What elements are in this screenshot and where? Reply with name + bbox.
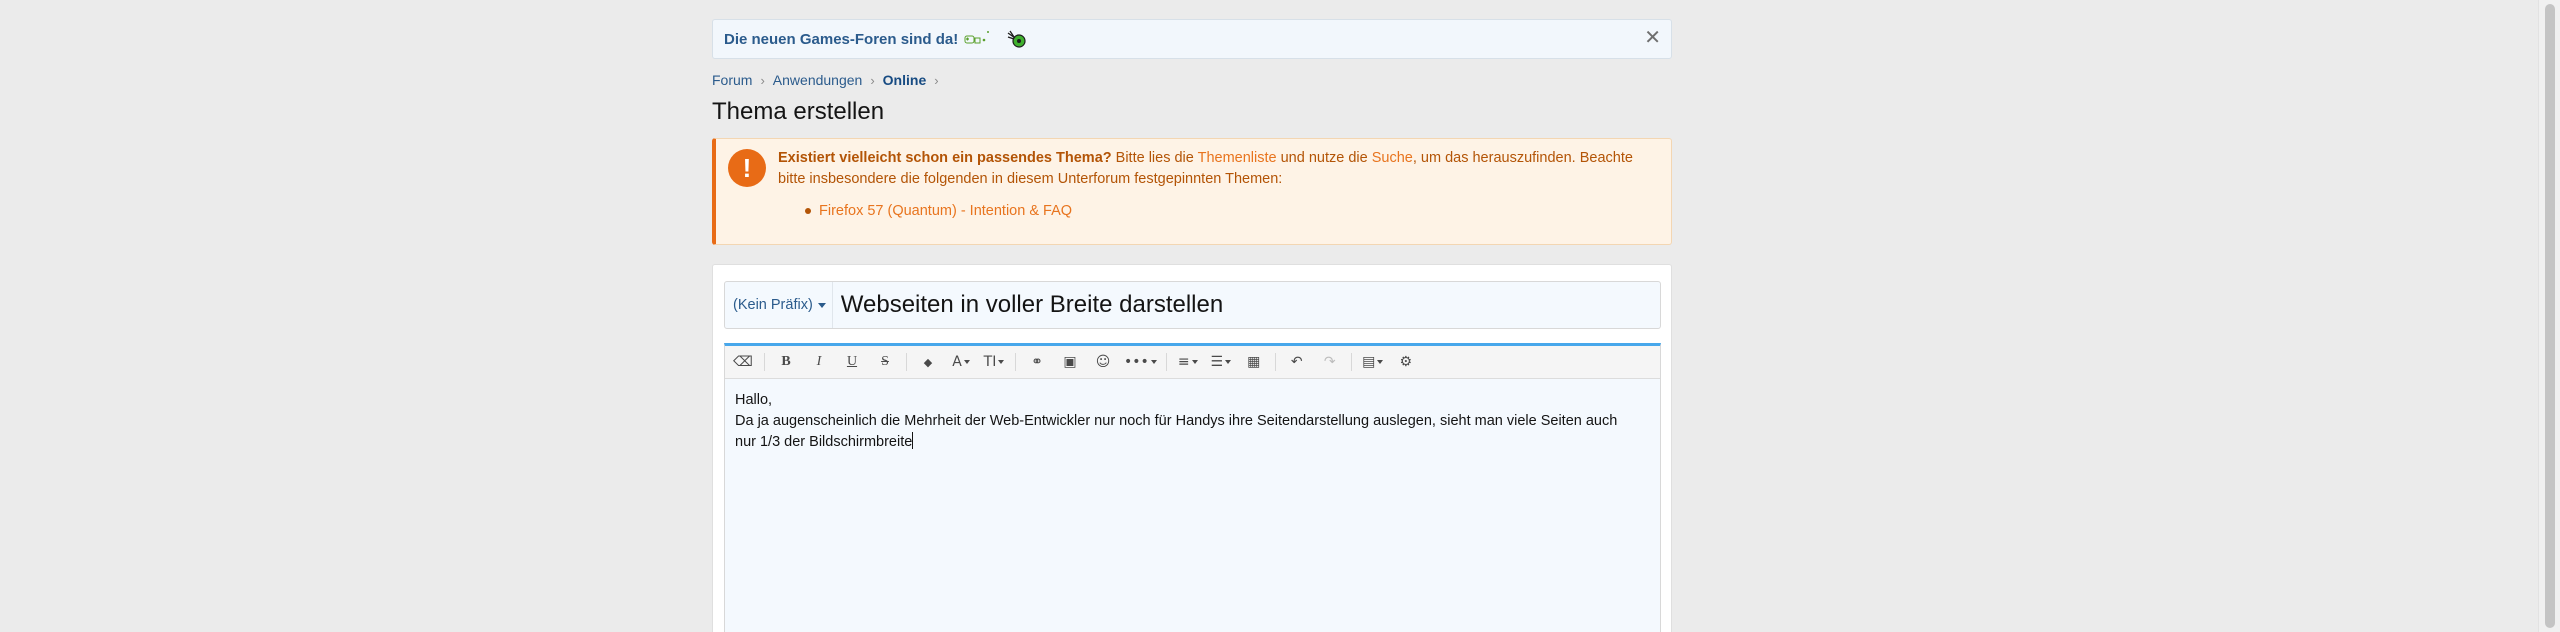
toolbar-divider (1165, 353, 1167, 371)
scrollbar-thumb[interactable] (2545, 4, 2555, 628)
chevron-down-icon (1150, 360, 1157, 364)
exclamation-icon: ! (728, 149, 766, 187)
table-icon[interactable]: ▦ (1242, 349, 1266, 375)
breadcrumb: Forum › Anwendungen › Online › (712, 72, 947, 88)
more-options-button[interactable]: ••• (1124, 349, 1157, 375)
editor-line: Da ja augenscheinlich die Mehrheit der W… (735, 413, 1618, 429)
title-row: (Kein Präfix) (724, 281, 1661, 329)
font-size-icon: TI (983, 354, 997, 370)
remove-format-icon[interactable]: ⌫ (731, 349, 755, 375)
toolbar-divider (1015, 353, 1016, 371)
toolbar-divider (906, 353, 907, 371)
rich-text-editor: ⌫ B I U S ◆ A TI ⚭ ▣ ☺ ••• ≡ ☰ ▦ ↶ ↷ ▤ ⚙… (724, 343, 1661, 632)
close-icon[interactable]: ✕ (1644, 28, 1661, 48)
align-icon: ≡ (1177, 354, 1190, 370)
chevron-down-icon (1225, 360, 1232, 364)
prefix-select[interactable]: (Kein Präfix) (725, 282, 833, 328)
notice-link[interactable]: Die neuen Games-Foren sind da! (724, 31, 958, 48)
warning-text-part: und nutze die (1276, 150, 1372, 166)
align-button[interactable]: ≡ (1176, 349, 1200, 375)
mouse-icon (1006, 29, 1028, 49)
settings-gear-icon[interactable]: ⚙ (1394, 349, 1418, 375)
text-color-icon[interactable]: ◆ (916, 349, 940, 375)
list-icon: ☰ (1210, 354, 1224, 370)
bold-button[interactable]: B (774, 349, 798, 375)
chevron-down-icon (998, 360, 1005, 364)
chevron-down-icon (963, 360, 970, 364)
chevron-down-icon (817, 302, 826, 308)
font-family-icon: A (952, 354, 962, 370)
editor-line: nur 1/3 der Bildschirmbreite (735, 434, 913, 450)
page-title: Thema erstellen (712, 98, 885, 125)
breadcrumb-forum[interactable]: Forum (712, 72, 752, 88)
font-size-button[interactable]: TI (982, 349, 1006, 375)
more-icon: ••• (1124, 354, 1149, 370)
pinned-threads-list: Firefox 57 (Quantum) - Intention & FAQ (805, 203, 1072, 219)
toolbar-divider (1274, 353, 1276, 371)
editor-line-last: nur 1/3 der Bildschirmbreite (735, 432, 1650, 453)
chevron-down-icon (1377, 360, 1384, 364)
breadcrumb-separator: › (934, 72, 939, 88)
bullet-icon (805, 208, 811, 214)
drafts-button[interactable]: ▤ (1361, 349, 1385, 375)
editor-toolbar: ⌫ B I U S ◆ A TI ⚭ ▣ ☺ ••• ≡ ☰ ▦ ↶ ↷ ▤ ⚙ (725, 346, 1660, 379)
game-controller-icon (964, 29, 992, 49)
toolbar-divider (1350, 353, 1352, 371)
italic-button[interactable]: I (807, 349, 831, 375)
warning-notice: ! Existiert vielleicht schon ein passend… (712, 138, 1672, 245)
thread-form: (Kein Präfix) ⌫ B I U S ◆ A TI ⚭ ▣ ☺ (712, 264, 1672, 632)
strikethrough-button[interactable]: S (873, 349, 897, 375)
themenliste-link[interactable]: Themenliste (1198, 150, 1277, 166)
redo-icon[interactable]: ↷ (1318, 349, 1342, 375)
breadcrumb-separator: › (870, 72, 875, 88)
breadcrumb-separator: › (760, 72, 765, 88)
prefix-label: (Kein Präfix) (733, 297, 813, 313)
editor-content[interactable]: Hallo, Da ja augenscheinlich die Mehrhei… (725, 379, 1660, 464)
warning-text: Existiert vielleicht schon ein passendes… (778, 148, 1658, 190)
breadcrumb-online[interactable]: Online (883, 72, 927, 88)
breadcrumb-anwendungen[interactable]: Anwendungen (773, 72, 863, 88)
underline-button[interactable]: U (840, 349, 864, 375)
toolbar-divider (764, 353, 765, 371)
pinned-thread-link[interactable]: Firefox 57 (Quantum) - Intention & FAQ (819, 203, 1072, 219)
page-scrollbar[interactable] (2538, 0, 2560, 632)
notice-banner: Die neuen Games-Foren sind da! ✕ (712, 19, 1672, 59)
save-draft-icon: ▤ (1362, 354, 1376, 370)
warning-strong-text: Existiert vielleicht schon ein passendes… (778, 150, 1112, 166)
list-item: Firefox 57 (Quantum) - Intention & FAQ (805, 203, 1072, 219)
smilie-icon[interactable]: ☺ (1091, 349, 1115, 375)
chevron-down-icon (1191, 360, 1198, 364)
image-icon[interactable]: ▣ (1058, 349, 1082, 375)
text-cursor (912, 432, 914, 449)
font-family-button[interactable]: A (949, 349, 973, 375)
list-button[interactable]: ☰ (1209, 349, 1233, 375)
editor-line: Hallo, (735, 392, 773, 408)
thread-title-input[interactable] (832, 291, 1633, 319)
undo-icon[interactable]: ↶ (1285, 349, 1309, 375)
warning-text-part: Bitte lies die (1111, 150, 1198, 166)
link-icon[interactable]: ⚭ (1025, 349, 1049, 375)
suche-link[interactable]: Suche (1372, 150, 1413, 166)
